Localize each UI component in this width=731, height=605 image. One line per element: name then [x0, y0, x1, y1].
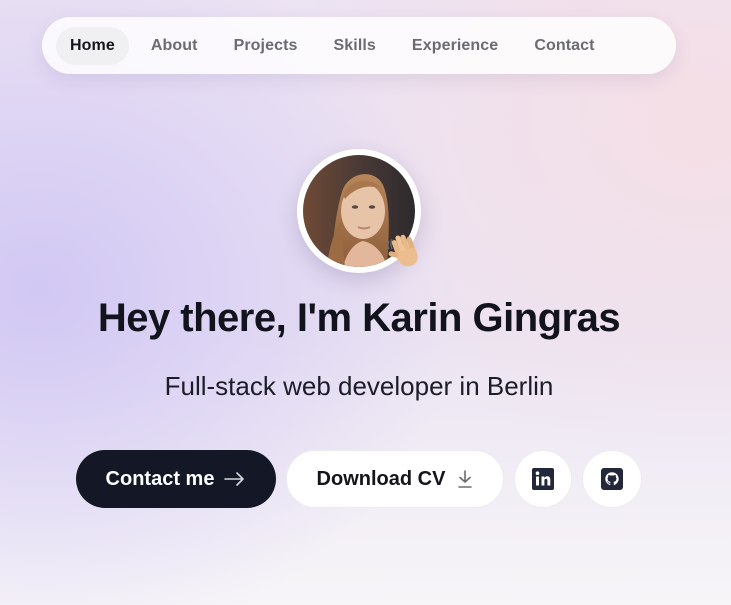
nav-item-about[interactable]: About	[137, 27, 212, 65]
linkedin-button[interactable]	[514, 450, 572, 508]
download-icon	[457, 470, 473, 488]
hero-title: Hey there, I'm Karin Gingras	[97, 296, 621, 340]
hero-subtitle: Full-stack web developer in Berlin	[164, 371, 554, 401]
nav-item-projects[interactable]: Projects	[220, 27, 312, 65]
contact-me-button[interactable]: Contact me	[76, 450, 276, 508]
avatar	[297, 149, 421, 273]
waving-hand-icon	[385, 231, 425, 271]
github-icon	[601, 468, 623, 490]
top-navigation: Home About Projects Skills Experience Co…	[42, 17, 676, 74]
download-cv-button[interactable]: Download CV	[286, 450, 504, 508]
nav-item-experience[interactable]: Experience	[398, 27, 512, 65]
nav-item-home[interactable]: Home	[56, 26, 129, 65]
download-cv-label: Download CV	[316, 467, 446, 490]
linkedin-icon	[532, 468, 554, 490]
nav-item-skills[interactable]: Skills	[320, 27, 390, 65]
contact-me-label: Contact me	[105, 467, 215, 490]
github-button[interactable]	[582, 450, 642, 508]
nav-item-contact[interactable]: Contact	[520, 27, 608, 65]
arrow-right-icon	[224, 472, 246, 486]
